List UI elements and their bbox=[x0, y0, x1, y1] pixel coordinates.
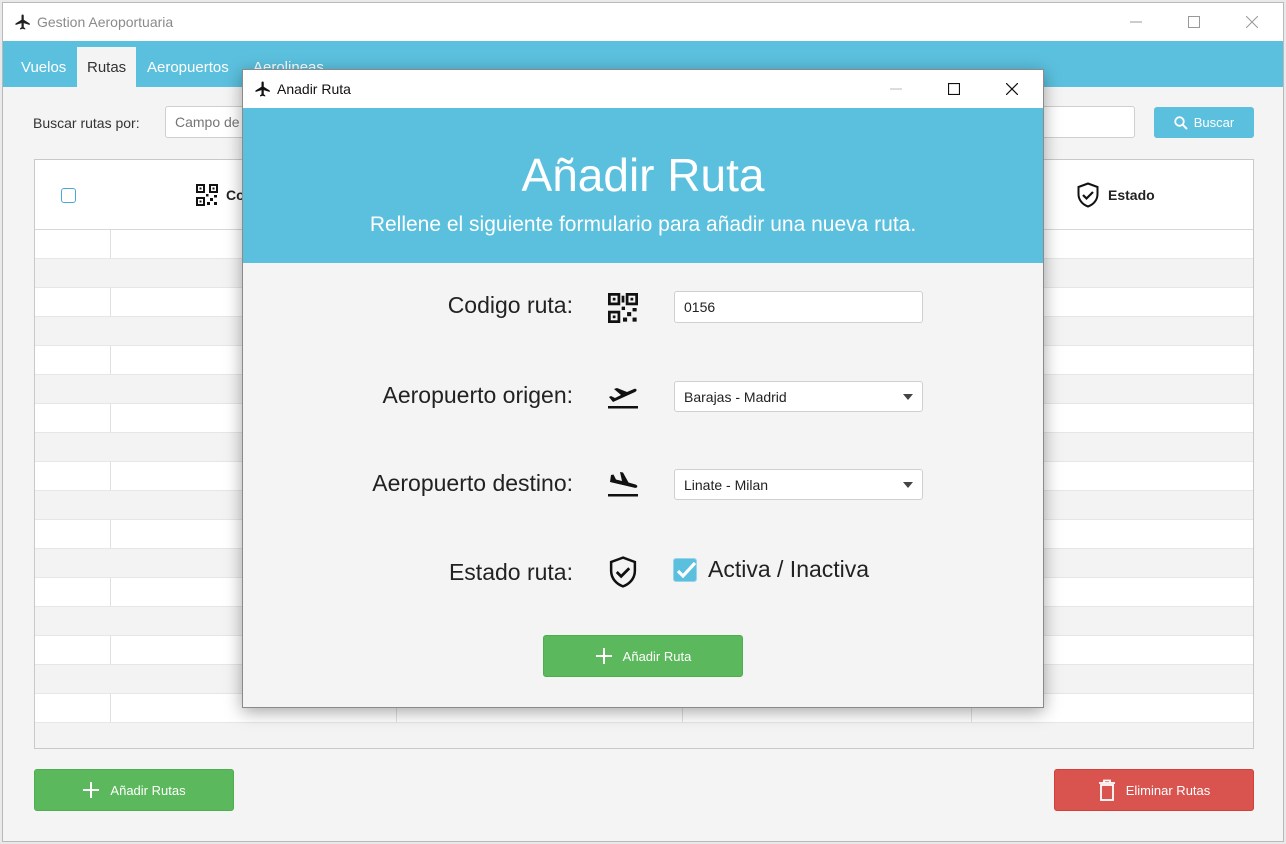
dialog-titlebar: Anadir Ruta bbox=[243, 70, 1043, 108]
plane-landing-icon bbox=[608, 472, 638, 497]
close-icon bbox=[1246, 16, 1258, 28]
add-route-submit-label: Añadir Ruta bbox=[622, 648, 692, 664]
dialog-maximize-button[interactable] bbox=[931, 70, 977, 108]
estado-icon-wrap bbox=[605, 554, 641, 590]
minimize-button[interactable] bbox=[1113, 3, 1159, 41]
airplane-icon bbox=[15, 14, 30, 30]
search-button[interactable]: Buscar bbox=[1154, 107, 1254, 138]
dialog-minimize-button[interactable] bbox=[873, 70, 919, 108]
plane-takeoff-icon bbox=[608, 388, 638, 409]
shield-check-icon bbox=[1077, 182, 1099, 208]
trash-icon bbox=[1098, 779, 1115, 801]
main-window-title: Gestion Aeroportuaria bbox=[37, 14, 174, 30]
maximize-icon bbox=[948, 83, 960, 95]
origen-label: Aeropuerto origen: bbox=[382, 382, 573, 408]
tab-vuelos[interactable]: Vuelos bbox=[11, 47, 76, 87]
column-header-codigo[interactable]: Co bbox=[196, 160, 245, 230]
table-row[interactable] bbox=[35, 723, 1253, 748]
estado-label: Estado ruta: bbox=[448, 559, 573, 585]
add-route-submit-button[interactable]: Añadir Ruta bbox=[543, 635, 743, 677]
search-label: Buscar rutas por: bbox=[33, 115, 140, 131]
plus-icon bbox=[83, 782, 100, 798]
origen-select[interactable]: Barajas - Madrid bbox=[674, 381, 923, 412]
dialog-heading: Añadir Ruta bbox=[521, 149, 765, 201]
delete-routes-button[interactable]: Eliminar Rutas bbox=[1054, 769, 1254, 811]
add-route-dialog: Anadir Ruta Añadir Ruta Rellene el sigui… bbox=[242, 69, 1044, 708]
chevron-down-icon bbox=[903, 394, 913, 400]
add-routes-button[interactable]: Añadir Rutas bbox=[34, 769, 234, 811]
destino-label: Aeropuerto destino: bbox=[372, 470, 573, 496]
dialog-close-button[interactable] bbox=[989, 70, 1035, 108]
qr-code-icon bbox=[608, 293, 638, 323]
add-routes-label: Añadir Rutas bbox=[110, 782, 186, 798]
close-button[interactable] bbox=[1229, 3, 1275, 41]
estado-checkbox-label[interactable]: Activa / Inactiva bbox=[708, 556, 869, 583]
tab-rutas[interactable]: Rutas bbox=[77, 47, 137, 87]
dialog-banner: Añadir Ruta Rellene el siguiente formula… bbox=[243, 108, 1043, 263]
destino-select[interactable]: Linate - Milan bbox=[674, 469, 923, 500]
destino-value: Linate - Milan bbox=[684, 476, 769, 493]
codigo-label: Codigo ruta: bbox=[447, 292, 573, 318]
search-button-label: Buscar bbox=[1193, 115, 1235, 130]
qr-code-icon bbox=[196, 184, 218, 206]
dialog-title: Anadir Ruta bbox=[277, 81, 351, 97]
search-icon bbox=[1174, 115, 1188, 130]
minimize-icon bbox=[1130, 21, 1142, 23]
origen-icon-wrap bbox=[605, 378, 641, 414]
select-all-checkbox[interactable] bbox=[61, 188, 76, 203]
chevron-down-icon bbox=[903, 482, 913, 488]
plus-icon bbox=[595, 648, 612, 664]
destino-icon-wrap bbox=[605, 466, 641, 502]
minimize-icon bbox=[890, 88, 902, 90]
checkmark-icon bbox=[676, 561, 697, 579]
airplane-icon bbox=[255, 81, 270, 97]
dialog-subheading: Rellene el siguiente formulario para aña… bbox=[369, 213, 917, 236]
estado-checkbox[interactable] bbox=[673, 558, 697, 582]
origen-value: Barajas - Madrid bbox=[684, 388, 787, 405]
shield-check-icon bbox=[609, 556, 637, 588]
delete-routes-label: Eliminar Rutas bbox=[1125, 782, 1211, 798]
codigo-input[interactable] bbox=[674, 291, 923, 323]
codigo-icon-wrap bbox=[605, 290, 641, 326]
maximize-button[interactable] bbox=[1171, 3, 1217, 41]
column-header-estado[interactable]: Estado bbox=[1076, 160, 1155, 230]
maximize-icon bbox=[1188, 16, 1200, 28]
close-icon bbox=[1006, 83, 1018, 95]
tab-aeropuertos[interactable]: Aeropuertos bbox=[137, 47, 239, 87]
column-label-estado: Estado bbox=[1108, 187, 1155, 203]
main-titlebar: Gestion Aeroportuaria bbox=[3, 3, 1283, 41]
